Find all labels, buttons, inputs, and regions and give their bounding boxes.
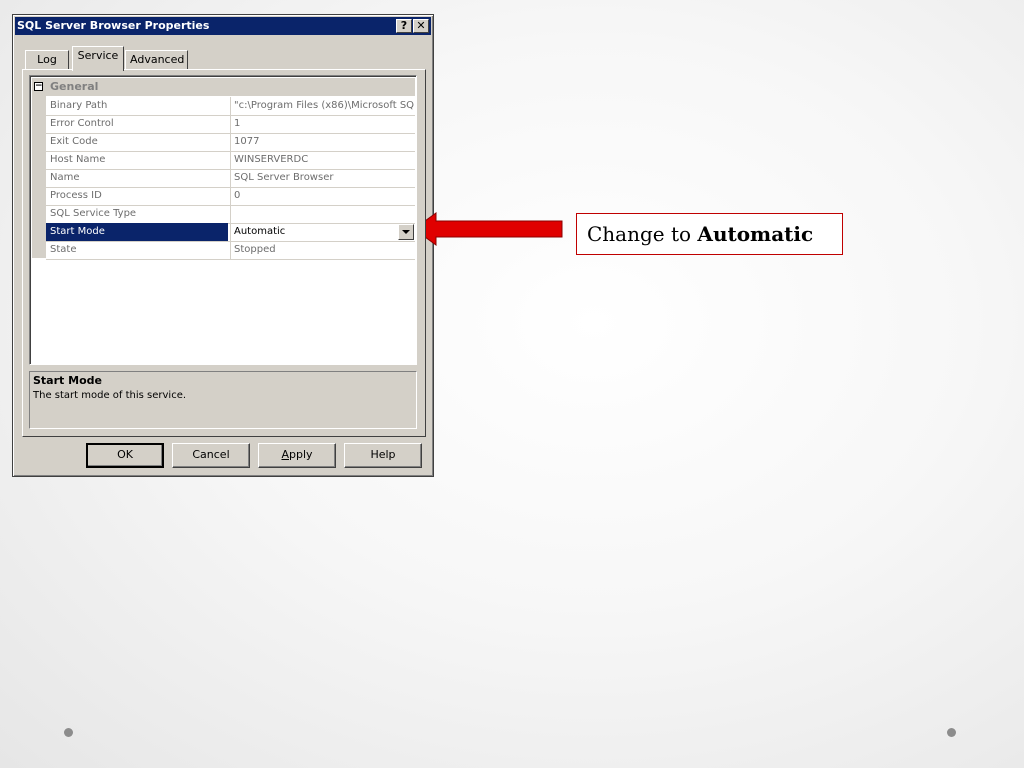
property-name: Exit Code xyxy=(50,136,98,147)
red-arrow-icon xyxy=(414,212,563,246)
grid-gutter xyxy=(32,78,46,258)
dropdown-arrow-icon[interactable] xyxy=(398,224,414,240)
title-bar: SQL Server Browser Properties ? ✕ xyxy=(15,17,431,35)
apply-button[interactable]: Apply xyxy=(258,443,336,468)
close-button[interactable]: ✕ xyxy=(413,19,429,33)
property-value: SQL Server Browser xyxy=(230,169,415,187)
property-name: Start Mode xyxy=(46,223,228,241)
window-title: SQL Server Browser Properties xyxy=(17,19,210,32)
grid-row-process-id[interactable]: Process ID 0 xyxy=(46,187,415,206)
property-name: SQL Service Type xyxy=(50,208,137,219)
collapse-icon[interactable]: − xyxy=(34,82,43,91)
description-text: The start mode of this service. xyxy=(33,390,187,401)
property-name: Process ID xyxy=(50,190,102,201)
callout-prefix: Change to xyxy=(587,222,698,246)
apply-label-rest: pply xyxy=(289,448,313,461)
property-value: 0 xyxy=(230,187,415,205)
grid-row-sql-service-type[interactable]: SQL Service Type xyxy=(46,205,415,224)
property-name: Name xyxy=(50,172,80,183)
property-value: 1 xyxy=(230,115,415,133)
slide-dot-right xyxy=(947,728,956,737)
grid-row-state[interactable]: State Stopped xyxy=(46,241,415,260)
properties-dialog: SQL Server Browser Properties ? ✕ Log On… xyxy=(12,14,434,477)
property-value: WINSERVERDC xyxy=(230,151,415,169)
property-name: Host Name xyxy=(50,154,106,165)
ok-button[interactable]: OK xyxy=(86,443,164,468)
description-title: Start Mode xyxy=(33,374,102,387)
property-value: Stopped xyxy=(230,241,415,259)
grid-row-host-name[interactable]: Host Name WINSERVERDC xyxy=(46,151,415,170)
callout-emphasis: Automatic xyxy=(697,222,814,246)
tab-service[interactable]: Service xyxy=(72,46,124,71)
description-pane: Start Mode The start mode of this servic… xyxy=(29,371,417,429)
property-name: State xyxy=(50,244,77,255)
grid-row-binary-path[interactable]: Binary Path "c:\Program Files (x86)\Micr… xyxy=(46,97,415,116)
property-grid[interactable]: − General Binary Path "c:\Program Files … xyxy=(29,75,417,365)
start-mode-select[interactable]: Automatic xyxy=(230,223,415,241)
tab-advanced[interactable]: Advanced xyxy=(125,50,188,70)
help-button[interactable]: Help xyxy=(344,443,422,468)
slide-dot-left xyxy=(64,728,73,737)
grid-row-start-mode[interactable]: Start Mode Automatic xyxy=(46,223,415,242)
property-name: Binary Path xyxy=(50,100,108,111)
grid-row-name[interactable]: Name SQL Server Browser xyxy=(46,169,415,188)
tab-log-on[interactable]: Log On xyxy=(25,50,69,84)
property-name: Error Control xyxy=(50,118,114,129)
tab-panel-service: − General Binary Path "c:\Program Files … xyxy=(22,69,426,437)
cancel-button[interactable]: Cancel xyxy=(172,443,250,468)
category-label: General xyxy=(50,80,99,93)
property-value xyxy=(230,205,415,223)
property-value: "c:\Program Files (x86)\Microsoft SQ xyxy=(230,97,415,115)
category-general[interactable]: − General xyxy=(34,78,415,96)
property-value: 1077 xyxy=(230,133,415,151)
grid-row-exit-code[interactable]: Exit Code 1077 xyxy=(46,133,415,152)
apply-mnemonic: A xyxy=(281,448,289,461)
grid-row-error-control[interactable]: Error Control 1 xyxy=(46,115,415,134)
help-title-button[interactable]: ? xyxy=(396,19,412,33)
start-mode-value: Automatic xyxy=(234,226,286,237)
instruction-callout: Change to Automatic xyxy=(576,213,843,255)
